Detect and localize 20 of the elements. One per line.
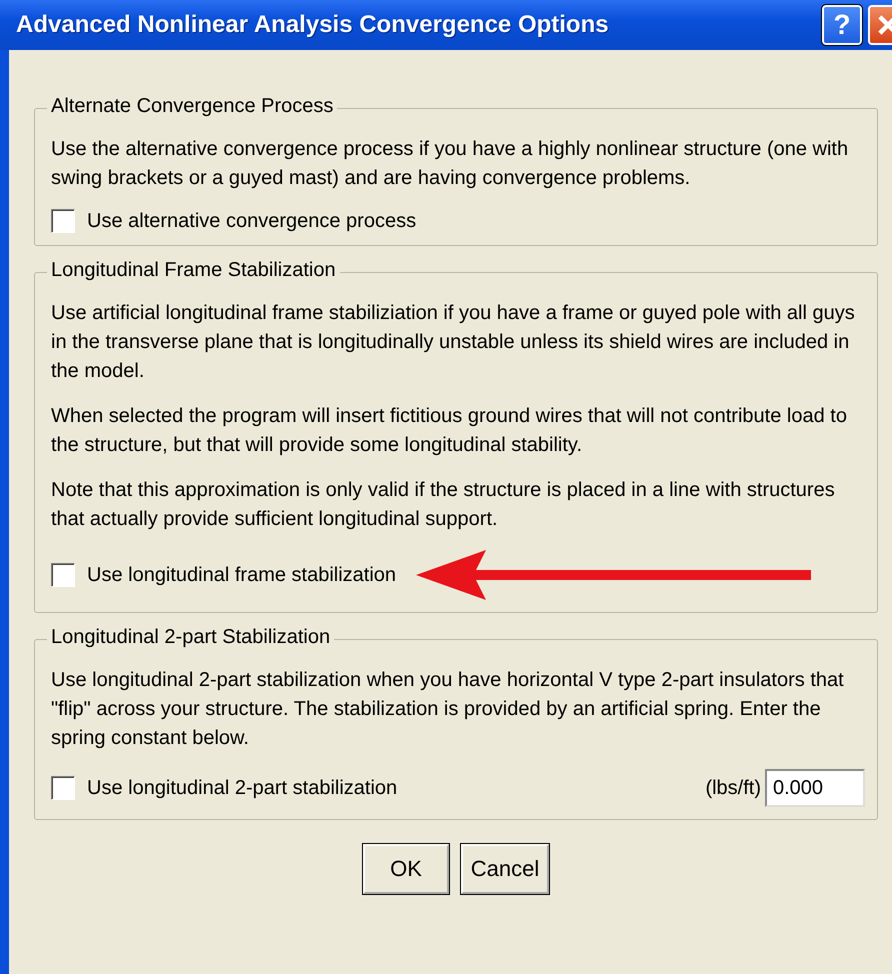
description-text: Use longitudinal 2-part stabilization when you have horizontal V type 2-part insulators that "flip" across your structure. The stabilization is provided by an artificial spring. Enter the spring constant below. <box>51 668 845 751</box>
checkbox[interactable] <box>51 209 75 233</box>
description-text: Note that this approximation is only valid if the structure is placed in a line with structures that actually provide sufficient longitudinal support. <box>51 478 836 532</box>
description-text: When selected the program will insert fictitious ground wires that will not contribute load to the structure, but that will provide some longitudinal stability. <box>51 404 848 458</box>
checkbox-label[interactable]: Use longitudinal frame stabilization <box>87 564 396 586</box>
checkbox[interactable] <box>51 776 75 800</box>
checkbox[interactable] <box>51 563 75 587</box>
group-title: Longitudinal 2-part Stabilization <box>47 626 334 649</box>
description-text: Use artificial longitudinal frame stabiliziation if you have a frame or guyed pole with all guys in the transverse plane that is longitudinally unstable unless its shield wires are included in the model. <box>51 301 856 384</box>
checkbox-label[interactable]: Use longitudinal 2-part stabilization <box>87 776 398 800</box>
ok-button[interactable]: OK <box>363 844 449 894</box>
checkbox-label[interactable]: Use alternative convergence process <box>87 210 416 232</box>
help-button[interactable]: ? <box>822 5 862 45</box>
spring-constant-field[interactable]: 0.000 <box>765 769 865 807</box>
unit-label: (lbs/ft) <box>705 776 761 800</box>
group-title: Longitudinal Frame Stabilization <box>47 259 340 282</box>
cancel-button[interactable]: Cancel <box>461 844 549 894</box>
group-title: Alternate Convergence Process <box>47 95 338 118</box>
description-text: Use the alternative convergence process if you have a highly nonlinear structure (one with swing brackets or a guyed mast) and are having convergence problems. <box>51 137 850 191</box>
window-title: Advanced Nonlinear Analysis Convergence Options <box>16 11 610 39</box>
